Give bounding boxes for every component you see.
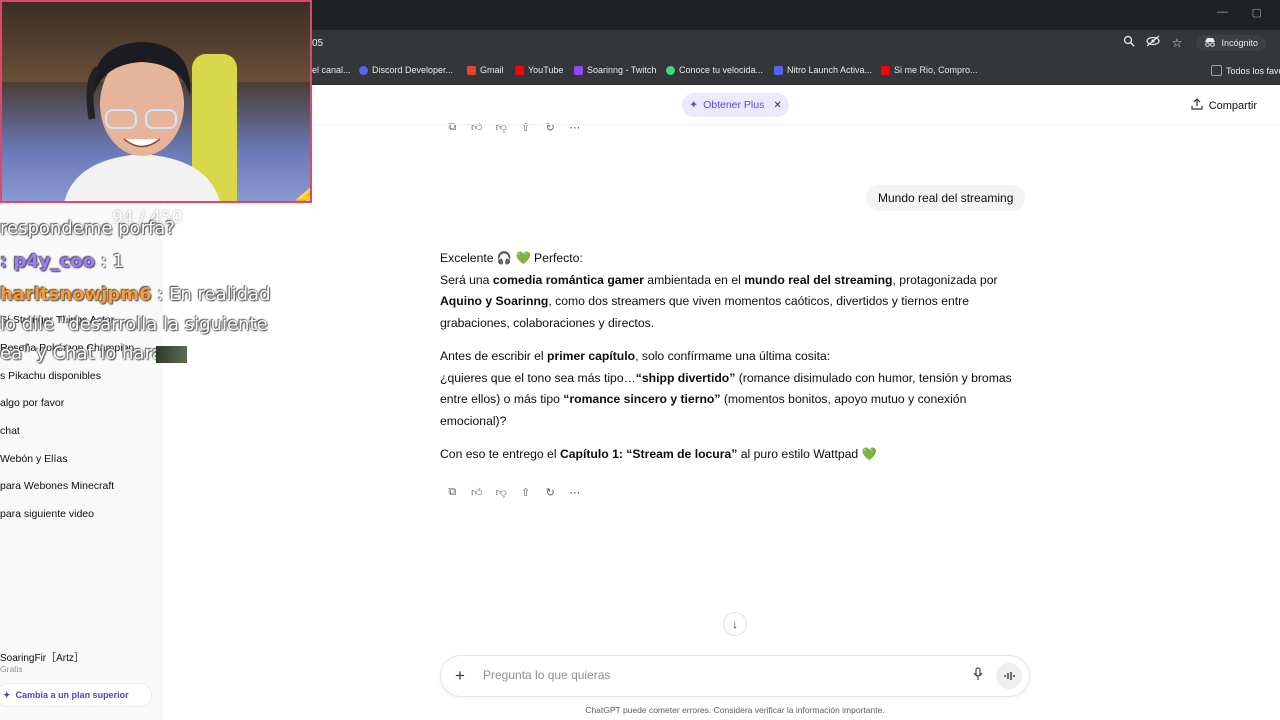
answer-paragraph: Antes de escribir el primer capítulo, so…	[440, 349, 1012, 428]
thumbs-down-icon[interactable]: 👎︎	[489, 121, 514, 134]
add-attachment-icon[interactable]: +	[455, 666, 465, 686]
bookmark-item[interactable]: Discord Developer...	[359, 65, 453, 75]
message-actions: ⧉ 👍︎ 👎︎ ⇧ ↻ ⋯	[440, 121, 587, 134]
bookmark-item[interactable]: Nitro Launch Activa...	[774, 65, 872, 75]
chat-emote	[156, 346, 187, 363]
regenerate-icon[interactable]: ↻	[538, 121, 563, 134]
upgrade-plan-label: Cambia a un plan superior	[15, 690, 129, 700]
webcam-overlay: ⚡	[0, 0, 312, 203]
bookmark-item[interactable]: el canal...	[312, 65, 351, 75]
youtube-icon	[515, 65, 524, 75]
url-text[interactable]: 05	[312, 38, 323, 49]
sidebar-item[interactable]: para Webones Minecraft	[0, 480, 114, 492]
minimize-icon[interactable]: —	[1217, 6, 1228, 18]
twitch-icon	[574, 65, 583, 75]
chat-message: respondeme porfa?	[0, 218, 175, 239]
sidebar-item[interactable]: algo por favor	[0, 397, 64, 409]
composer: +	[440, 655, 1030, 697]
bookmark-item[interactable]: Conoce tu velocida...	[666, 65, 763, 75]
chat-username: p4y_coo	[13, 251, 96, 272]
streamer-figure	[64, 42, 237, 201]
answer-paragraph: Excelente 🎧 💚 Perfecto: Será una comedia…	[440, 251, 998, 330]
gmail-icon	[467, 65, 476, 75]
copy-icon[interactable]: ⧉	[440, 121, 465, 134]
lightning-icon: ⚡	[290, 182, 310, 201]
incognito-badge[interactable]: Incógnito	[1196, 35, 1266, 51]
scroll-down-button[interactable]: ↓	[723, 612, 747, 636]
user-message: Mundo real del streaming	[866, 185, 1026, 211]
thumbs-up-icon[interactable]: 👍︎	[465, 486, 490, 499]
incognito-icon	[1204, 37, 1216, 49]
eye-off-icon[interactable]	[1146, 35, 1160, 50]
user-name[interactable]: SoaringFir［Artz］	[0, 649, 84, 664]
chat-message: lo dile "desarrolla la siguiente	[0, 314, 268, 335]
youtube-icon	[881, 65, 890, 75]
assistant-message: Excelente 🎧 💚 Perfecto: Será una comedia…	[440, 248, 1030, 478]
close-icon[interactable]: ✕	[773, 100, 781, 111]
star-icon[interactable]: ☆	[1170, 36, 1184, 50]
microphone-icon[interactable]	[973, 667, 983, 684]
arrow-down-icon: ↓	[732, 617, 738, 631]
restore-icon[interactable]: ▢	[1252, 6, 1262, 19]
thumbs-down-icon[interactable]: 👎︎	[489, 486, 514, 499]
upgrade-plan-button[interactable]: ✦ Cambia a un plan superior	[0, 683, 152, 707]
share-button[interactable]: Compartir	[1191, 98, 1257, 113]
incognito-label: Incógnito	[1221, 38, 1258, 48]
user-plan: Gratis	[0, 664, 23, 674]
chat-message: : p4y_coo : 1	[0, 251, 124, 272]
thumbs-up-icon[interactable]: 👍︎	[465, 121, 490, 134]
share-icon[interactable]: ⇧	[514, 121, 539, 134]
copy-icon[interactable]: ⧉	[440, 486, 465, 499]
chat-username: harltsnowjpm6	[0, 284, 152, 305]
regenerate-icon[interactable]: ↻	[538, 486, 563, 499]
get-plus-label: Obtener Plus	[703, 99, 765, 111]
speedtest-icon	[666, 65, 675, 75]
answer-paragraph: Con eso te entrego el Capítulo 1: “Strea…	[440, 447, 877, 461]
nitro-icon	[774, 65, 783, 75]
sidebar-item[interactable]: s Pikachu disponibles	[0, 370, 101, 382]
sparkle-icon: ✦	[3, 689, 11, 700]
more-icon[interactable]: ⋯	[563, 121, 588, 134]
zoom-icon[interactable]	[1122, 35, 1136, 50]
share-icon[interactable]: ⇧	[514, 486, 539, 499]
header-divider	[163, 124, 1280, 125]
message-actions: ⧉ 👍︎ 👎︎ ⇧ ↻ ⋯	[440, 486, 587, 499]
get-plus-button[interactable]: ✦ Obtener Plus ✕	[682, 93, 789, 117]
disclaimer: ChatGPT puede cometer errores. Considera…	[585, 705, 885, 715]
bookmark-item[interactable]: Todos los favo	[1211, 65, 1280, 76]
folder-icon	[1211, 65, 1222, 76]
chat-message: harltsnowjpm6 : En realidad	[0, 284, 271, 305]
sparkle-icon: ✦	[689, 99, 699, 111]
bookmark-item[interactable]: Soarinng - Twitch	[574, 65, 656, 75]
prompt-input[interactable]	[481, 667, 945, 683]
bookmark-item[interactable]: YouTube	[515, 65, 563, 75]
more-icon[interactable]: ⋯	[563, 486, 588, 499]
voice-mode-button[interactable]	[996, 663, 1022, 689]
discord-icon	[359, 65, 368, 75]
share-icon	[1191, 98, 1203, 113]
chat-message: ea" y Chat lo hara	[0, 343, 163, 364]
share-label: Compartir	[1208, 99, 1257, 112]
sidebar-item[interactable]: para siguiente video	[0, 508, 94, 520]
sidebar-item[interactable]: Webón y Elías	[0, 453, 68, 465]
bookmark-item[interactable]: Gmail	[467, 65, 504, 75]
bookmark-item[interactable]: Si me Rio, Compro...	[881, 65, 978, 75]
sidebar-item[interactable]: chat	[0, 425, 20, 437]
